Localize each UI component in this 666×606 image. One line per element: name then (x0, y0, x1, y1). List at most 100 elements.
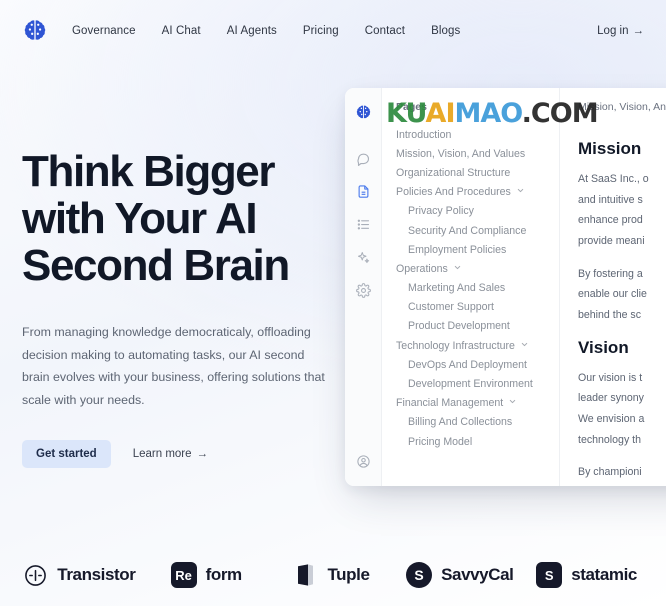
pages-tree-item[interactable]: Operations (390, 259, 551, 278)
login-button[interactable]: Log in → (597, 25, 644, 37)
pages-tree-item-label: Operations (396, 262, 448, 275)
list-icon[interactable] (350, 211, 376, 237)
pages-tree-item[interactable]: Introduction (390, 125, 551, 144)
pages-tree-item-label: Technology Infrastructure (396, 339, 515, 352)
logo-label-tuple: Tuple (327, 565, 370, 584)
logo-label-statamic: statamic (571, 565, 637, 584)
hero-title-line-2: with Your AI (22, 194, 258, 244)
pages-sidebar: Pages Introduction Mission, Vision, And V… (382, 88, 560, 486)
nav-link-contact[interactable]: Contact (365, 25, 405, 37)
hero-actions: Get started Learn more → (22, 439, 340, 468)
pages-tree-item-label: Billing And Collections (408, 416, 513, 429)
chevron-down-icon (453, 263, 462, 275)
statamic-badge-icon: S (536, 562, 563, 588)
login-label: Log in (597, 25, 629, 37)
pages-tree-item[interactable]: Pricing Model (390, 432, 551, 451)
learn-more-link[interactable]: Learn more → (133, 448, 208, 460)
pages-tree-item-label: Customer Support (408, 301, 494, 314)
pages-tree-item-label: Financial Management (396, 397, 504, 410)
logo-label-savvycal: SavvyCal (441, 565, 514, 584)
transistor-circle-icon (25, 564, 47, 586)
top-navigation-bar: Governance AI Chat AI Agents Pricing Con… (0, 0, 666, 62)
vision-section: Vision Our vision is t leader synony We … (578, 338, 666, 486)
pages-tree-item[interactable]: Financial Management (390, 394, 551, 413)
user-avatar-icon[interactable] (350, 448, 376, 474)
mission-p1-line-4: provide meani (578, 234, 645, 247)
savvycal-circle-icon: S (406, 562, 433, 588)
nav-link-ai-agents[interactable]: AI Agents (227, 25, 277, 37)
pages-tree-item[interactable]: Product Development (390, 317, 551, 336)
tuple-book-icon (298, 564, 314, 586)
chat-icon[interactable] (350, 145, 376, 171)
brain-logo-icon[interactable] (350, 99, 376, 125)
pages-tree-item-label: Employment Policies (408, 243, 507, 256)
nav-link-ai-chat[interactable]: AI Chat (162, 25, 201, 37)
logo-label-reform: form (205, 565, 243, 584)
nav-link-pricing[interactable]: Pricing (303, 25, 339, 37)
sparkles-icon[interactable] (350, 244, 376, 270)
pages-tree-item[interactable]: Employment Policies (390, 240, 551, 259)
document-icon[interactable] (350, 178, 376, 204)
pages-tree-item[interactable]: Technology Infrastructure (390, 336, 551, 355)
mission-paragraph-2: By fostering a enable our clie behind th… (578, 264, 666, 326)
vision-p1-line-1: Our vision is t (578, 371, 643, 384)
partner-logo-bar: Transistor Re form Tuple S SavvyCal S st… (0, 544, 666, 606)
pages-tree-item-label: Pricing Model (408, 435, 473, 448)
pages-tree-item-label: Policies And Procedures (396, 186, 511, 199)
hero-section: Think Bigger with Your AI Second Brain F… (22, 148, 340, 468)
chevron-down-icon (508, 397, 517, 409)
document-content-pane: Mission, Vision, An Mission At SaaS Inc.… (560, 88, 666, 486)
pages-tree-item[interactable]: Marketing And Sales (390, 279, 551, 298)
pages-tree-item[interactable]: DevOps And Deployment (390, 355, 551, 374)
learn-more-label: Learn more (132, 447, 192, 460)
mission-paragraph-1: At SaaS Inc., o and intuitive s enhance … (578, 169, 666, 252)
get-started-button[interactable]: Get started (22, 439, 111, 468)
breadcrumb: Mission, Vision, An (578, 101, 666, 113)
mission-p2-line-3: behind the sc (578, 308, 642, 321)
brain-logo-icon[interactable] (22, 18, 48, 44)
app-icon-rail (345, 88, 382, 486)
pages-tree: Introduction Mission, Vision, And Values O… (382, 125, 559, 451)
mission-heading: Mission (578, 139, 642, 158)
pages-tree-item[interactable]: Policies And Procedures (390, 183, 551, 202)
pages-tree-item-label: Development Environment (408, 378, 533, 391)
mission-p1-line-2: and intuitive s (578, 193, 643, 206)
pages-tree-item-label: Organizational Structure (396, 166, 511, 179)
nav-link-blogs[interactable]: Blogs (431, 25, 460, 37)
logo-tuple: Tuple (270, 563, 397, 587)
pages-tree-item-label: Mission, Vision, And Values (396, 147, 526, 160)
mission-section: Mission At SaaS Inc., o and intuitive s … (578, 139, 666, 326)
pages-tree-item[interactable]: Privacy Policy (390, 202, 551, 221)
chevron-down-icon (520, 340, 529, 352)
arrow-right-icon: → (196, 447, 209, 460)
vision-p1-line-2: leader synony (578, 392, 644, 405)
pages-tree-item[interactable]: Development Environment (390, 374, 551, 393)
gear-icon[interactable] (350, 277, 376, 303)
vision-p1-line-3: We envision a (578, 412, 645, 425)
vision-heading: Vision (578, 337, 629, 357)
hero-title-line-1: Think Bigger (22, 147, 276, 196)
pages-tree-item-label: Introduction (396, 128, 452, 141)
pages-tree-item-label: Privacy Policy (408, 205, 474, 218)
pages-tree-item-label: Marketing And Sales (408, 282, 506, 295)
vision-paragraph-1: Our vision is t leader synony We envisio… (578, 368, 666, 451)
reform-badge-icon: Re (170, 562, 197, 588)
mission-p1-line-1: At SaaS Inc., o (578, 173, 649, 185)
vision-p1-line-4: technology th (578, 433, 642, 446)
nav-link-governance[interactable]: Governance (72, 25, 136, 37)
logo-transistor: Transistor (16, 563, 143, 588)
pages-tree-item[interactable]: Organizational Structure (390, 163, 551, 182)
pages-tree-item[interactable]: Security And Compliance (390, 221, 551, 240)
hero-subtitle: From managing knowledge democraticaly, o… (22, 325, 325, 407)
nav-links: Governance AI Chat AI Agents Pricing Con… (72, 25, 460, 37)
pages-tree-item[interactable]: Billing And Collections (390, 413, 551, 432)
pages-sidebar-title: Pages (396, 101, 427, 113)
logo-statamic: S statamic (523, 562, 650, 588)
pages-tree-item-label: Product Development (408, 320, 510, 333)
arrow-right-icon: → (632, 25, 645, 37)
vision-p2-line-1: By championi (578, 466, 642, 479)
pages-tree-item[interactable]: Customer Support (390, 298, 551, 317)
logo-reform: Re form (143, 562, 270, 588)
pages-tree-item[interactable]: Mission, Vision, And Values (390, 144, 551, 163)
logo-label-transistor: Transistor (57, 565, 136, 584)
